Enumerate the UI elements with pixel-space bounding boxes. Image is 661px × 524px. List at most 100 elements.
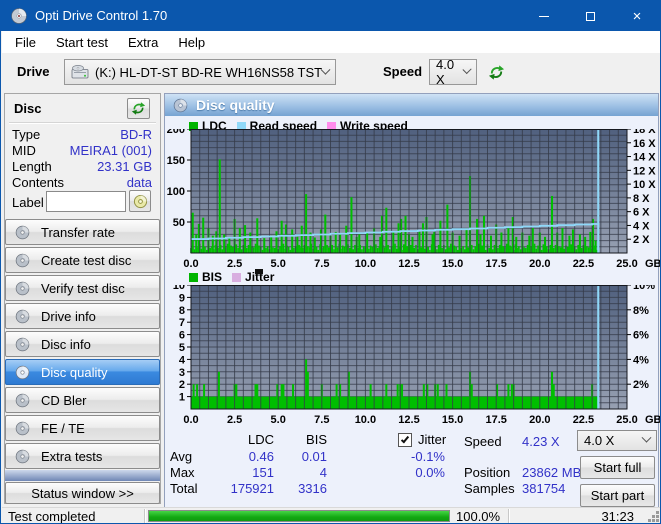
sidebar-item-label: Verify test disc xyxy=(41,280,125,296)
disc-icon xyxy=(173,98,188,113)
svg-text:100: 100 xyxy=(167,186,185,198)
separator xyxy=(508,509,509,523)
svg-text:2.5: 2.5 xyxy=(227,414,242,425)
drive-select[interactable]: (K:) HL-DT-ST BD-RE WH16NS58 TST4 xyxy=(64,59,336,85)
menu-start-test[interactable]: Start test xyxy=(53,34,111,51)
sidebar-item-cd-bler[interactable]: CD Bler xyxy=(5,387,160,413)
sidebar-item-create-test-disc[interactable]: Create test disc xyxy=(5,247,160,273)
drive-label: Drive xyxy=(17,64,50,79)
separator xyxy=(144,509,145,523)
speed-select[interactable]: 4.0 X xyxy=(429,57,477,87)
test-speed-select[interactable]: 4.0 X xyxy=(577,430,657,451)
svg-text:16 X: 16 X xyxy=(633,138,656,150)
progress-bar xyxy=(148,510,450,522)
svg-text:150: 150 xyxy=(167,155,185,167)
close-button[interactable]: × xyxy=(614,1,660,31)
resize-grip[interactable] xyxy=(656,519,659,522)
disc-icon xyxy=(15,281,30,295)
sidebar-item-disc-quality[interactable]: Disc quality xyxy=(5,359,160,385)
svg-text:8%: 8% xyxy=(633,305,649,317)
progress-fill xyxy=(149,511,449,521)
status-window-button[interactable]: Status window >> xyxy=(5,482,160,504)
svg-text:6 X: 6 X xyxy=(633,207,650,219)
samples-stat-value: 381754 xyxy=(522,481,566,496)
refresh-icon xyxy=(488,64,504,80)
disc-info-row-type: Type BD-R xyxy=(5,127,160,143)
sidebar-item-verify-test-disc[interactable]: Verify test disc xyxy=(5,275,160,301)
elapsed-time: 31:23 xyxy=(601,509,634,524)
sidebar: Disc Type BD-R MID MEIRA1 (001) Length 23.31 … xyxy=(4,93,161,504)
sidebar-item-label: Disc quality xyxy=(41,364,108,380)
sidebar-item-drive-info[interactable]: Drive info xyxy=(5,303,160,329)
menu-bar: File Start test Extra Help xyxy=(2,31,660,53)
disc-icon xyxy=(15,309,30,323)
refresh-button[interactable] xyxy=(482,58,510,86)
legend-swatch xyxy=(232,272,242,282)
legend-item-jitter: Jitter xyxy=(232,270,274,284)
svg-text:7.5: 7.5 xyxy=(314,414,329,425)
max-ldc-value: 151 xyxy=(252,465,274,480)
disc-icon xyxy=(133,194,147,208)
info-label: Contents xyxy=(12,175,65,190)
sidebar-item-disc-info[interactable]: Disc info xyxy=(5,331,160,357)
window-title: Opti Drive Control 1.70 xyxy=(35,8,168,23)
sidebar-item-label: Create test disc xyxy=(41,252,132,268)
svg-text:15.0: 15.0 xyxy=(442,258,463,269)
svg-text:17.5: 17.5 xyxy=(485,258,506,269)
check-icon xyxy=(400,434,410,444)
jitter-checkbox-label: Jitter xyxy=(418,432,447,447)
svg-text:6%: 6% xyxy=(633,330,649,342)
svg-text:20.0: 20.0 xyxy=(529,258,550,269)
sidebar-strip xyxy=(5,470,160,481)
svg-text:9: 9 xyxy=(179,292,185,304)
sidebar-item-label: Drive info xyxy=(41,308,96,324)
bis-jitter-chart: 10987654321 10% 8% 6% 4% 2% 0.0 2.5 5.0 7.5 10.0 12… xyxy=(173,285,660,425)
svg-text:18 X: 18 X xyxy=(633,129,656,136)
svg-text:4%: 4% xyxy=(633,354,649,366)
sidebar-item-extra-tests[interactable]: Extra tests xyxy=(5,443,160,469)
svg-text:4 X: 4 X xyxy=(633,220,650,232)
bis-column-header: BIS xyxy=(306,432,327,447)
avg-row-label: Avg xyxy=(170,449,193,464)
avg-bis-value: 0.01 xyxy=(301,449,327,464)
max-jitter-value: 0.0% xyxy=(415,465,445,480)
app-icon xyxy=(11,8,27,24)
disc-label-label: Label xyxy=(12,195,44,210)
svg-text:10: 10 xyxy=(173,285,185,292)
svg-text:10.0: 10.0 xyxy=(355,414,376,425)
jitter-checkbox[interactable] xyxy=(398,433,412,447)
menu-extra[interactable]: Extra xyxy=(125,34,161,51)
disc-label-button[interactable] xyxy=(129,190,151,212)
disc-icon xyxy=(15,253,30,267)
svg-text:5: 5 xyxy=(179,342,185,354)
scale-marker[interactable] xyxy=(255,269,263,274)
menu-help[interactable]: Help xyxy=(175,34,208,51)
legend-swatch xyxy=(189,272,198,282)
disc-refresh-button[interactable] xyxy=(127,98,150,119)
disc-label-input[interactable] xyxy=(46,191,126,212)
sidebar-item-transfer-rate[interactable]: Transfer rate xyxy=(5,219,160,245)
info-label: Length xyxy=(12,159,52,174)
toolbar: Drive (K:) HL-DT-ST BD-RE WH16NS58 TST4 … xyxy=(2,53,660,137)
start-part-button[interactable]: Start part xyxy=(580,484,655,507)
drive-icon xyxy=(71,65,89,79)
svg-text:5.0: 5.0 xyxy=(271,258,286,269)
svg-text:3: 3 xyxy=(179,367,185,379)
svg-text:1: 1 xyxy=(179,392,185,404)
maximize-button[interactable] xyxy=(567,1,613,31)
svg-text:25.0: 25.0 xyxy=(616,258,637,269)
minimize-button[interactable] xyxy=(521,1,567,31)
start-full-button[interactable]: Start full xyxy=(580,456,655,479)
sidebar-item-label: Disc info xyxy=(41,336,91,352)
svg-text:6: 6 xyxy=(179,330,185,342)
separator xyxy=(9,122,156,123)
sidebar-item-label: Transfer rate xyxy=(41,224,115,240)
close-icon: × xyxy=(632,7,642,25)
sidebar-item-fe-te[interactable]: FE / TE xyxy=(5,415,160,441)
menu-file[interactable]: File xyxy=(12,34,39,51)
info-label: Type xyxy=(12,127,41,142)
svg-text:2%: 2% xyxy=(633,379,649,391)
disc-icon xyxy=(15,225,30,239)
disc-info-row-length: Length 23.31 GB xyxy=(5,159,160,175)
disc-icon xyxy=(15,421,30,435)
